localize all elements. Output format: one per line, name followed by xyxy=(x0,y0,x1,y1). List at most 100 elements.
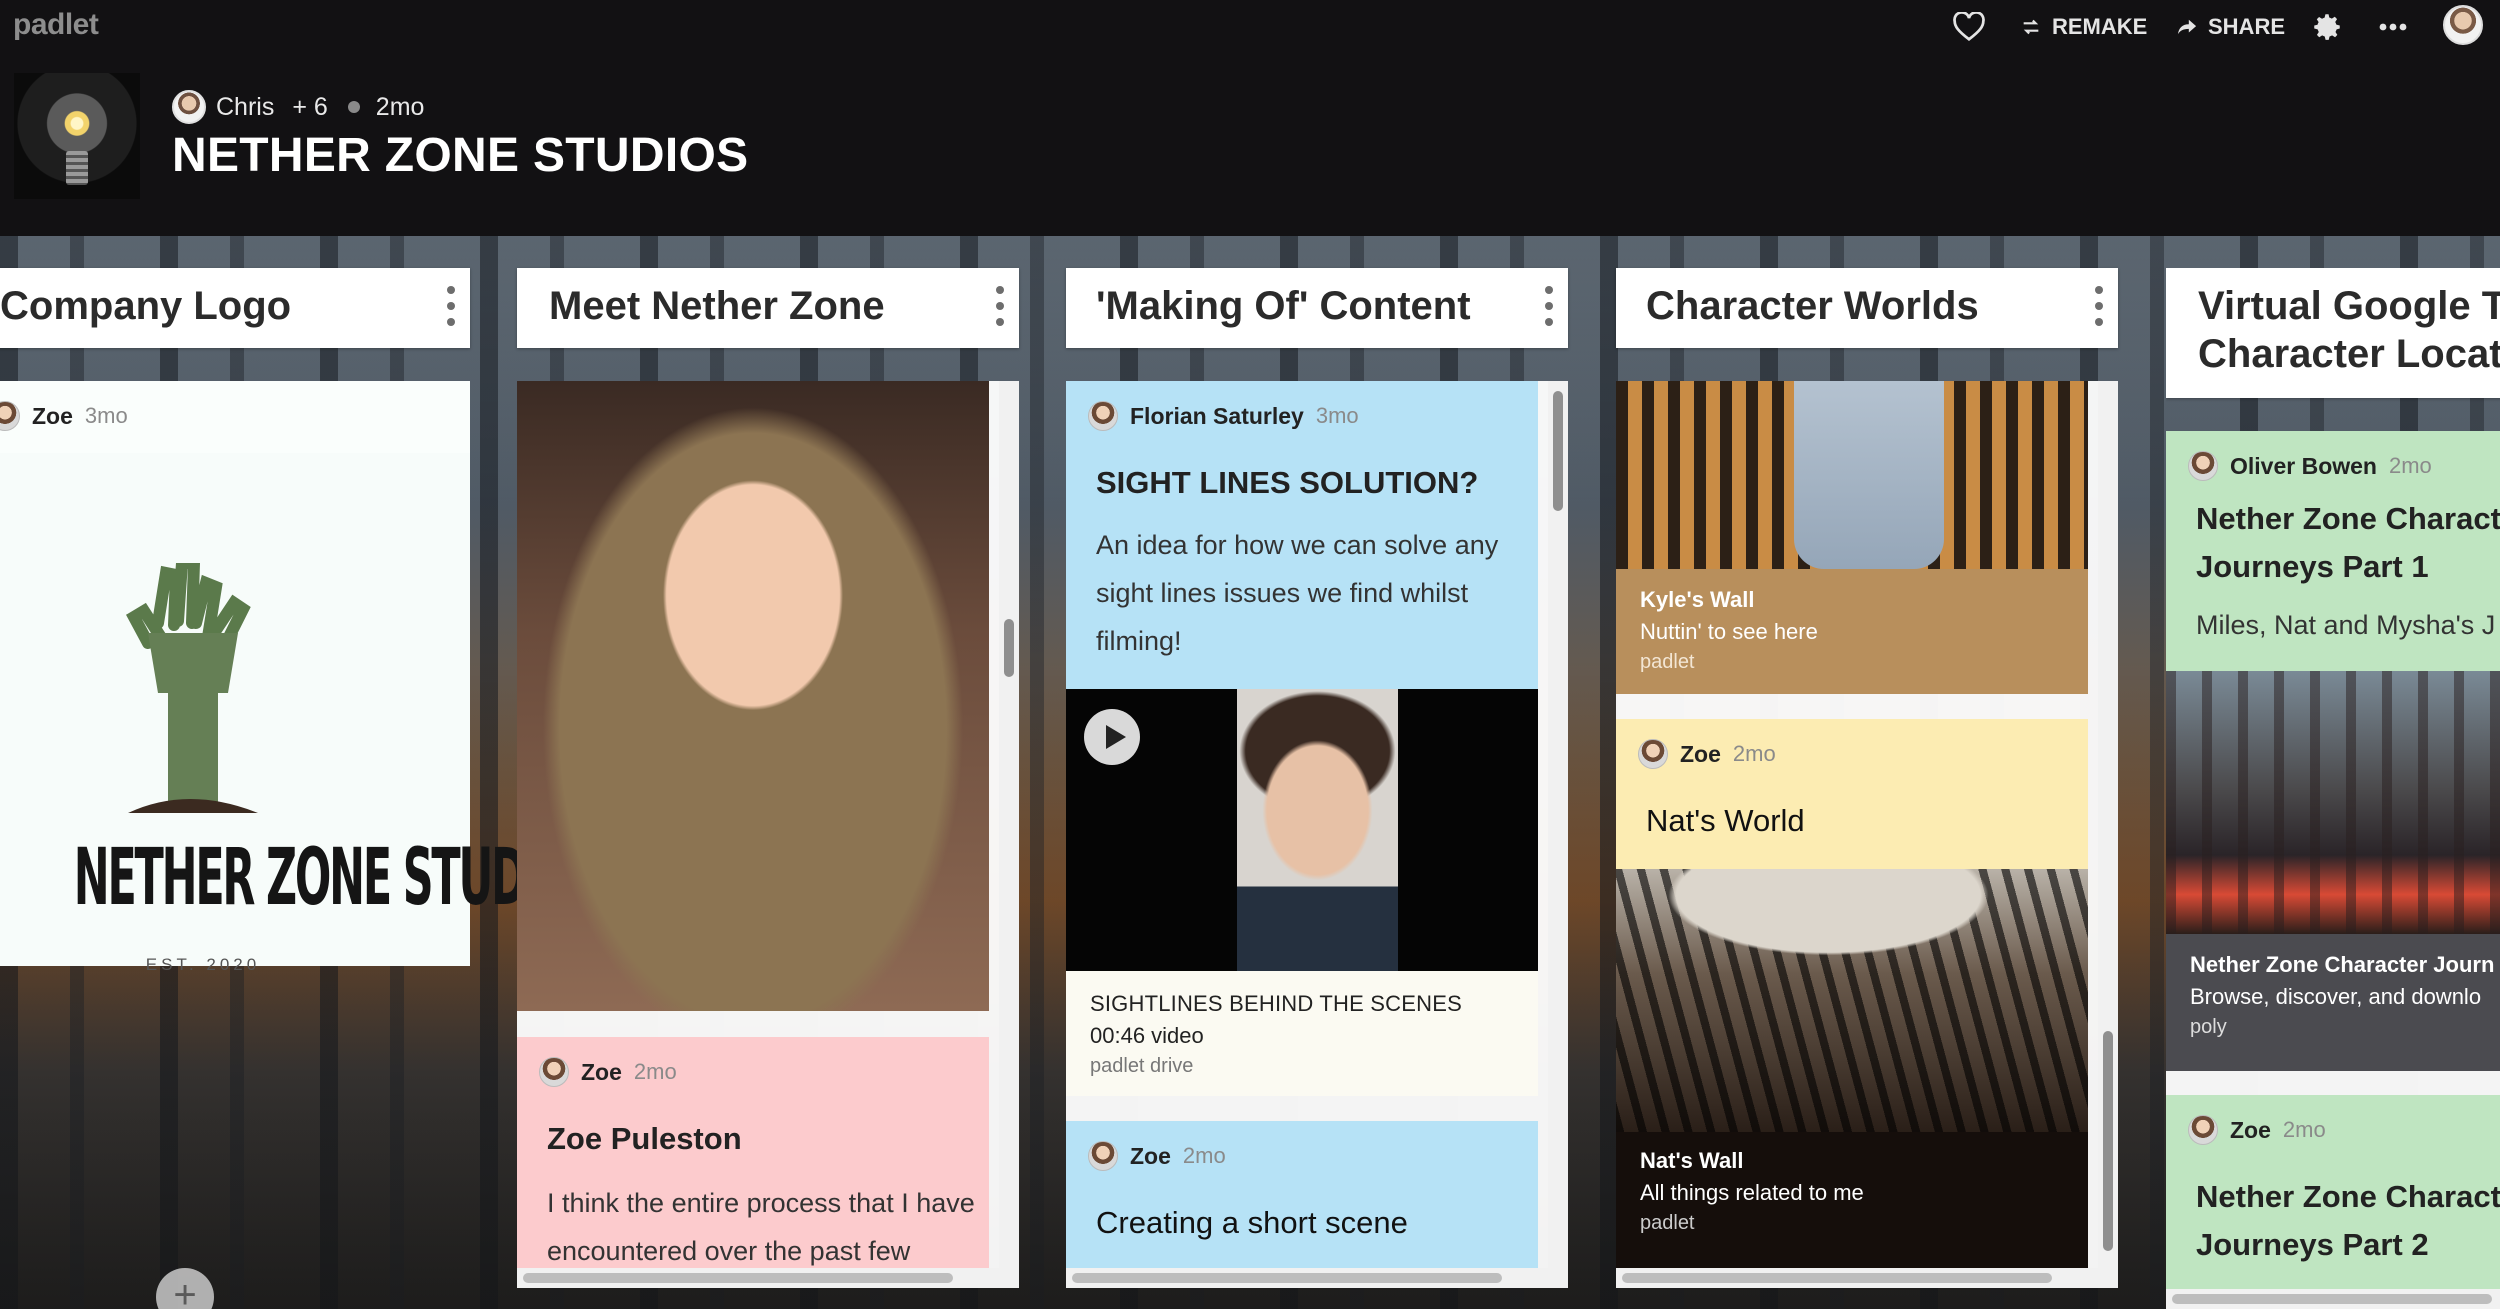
logo-wordmark: NETHER ZONE STUDIOS xyxy=(73,833,604,923)
horizontal-scrollbar[interactable] xyxy=(517,1268,1019,1288)
post-author: Zoe xyxy=(1680,740,1721,767)
tour-preview-image xyxy=(2166,671,2500,934)
post-card[interactable]: Zoe 2mo Nether Zone Characte Journeys Pa… xyxy=(2166,1095,2500,1309)
lightbulb-icon xyxy=(66,151,88,185)
horizontal-scrollbar[interactable] xyxy=(1616,1268,2118,1288)
avatar xyxy=(539,1057,569,1087)
photo-post[interactable] xyxy=(517,381,989,1011)
post-card[interactable]: Zoe 2mo Zoe Puleston I think the entire … xyxy=(517,1037,989,1288)
post-card[interactable]: Zoe 2mo Nat's World Nat's Wall All thing… xyxy=(1616,719,2088,1288)
board-meta: Chris + 6 2mo xyxy=(172,90,424,124)
avatar xyxy=(1088,1141,1118,1171)
share-icon xyxy=(2177,19,2197,35)
post-author: Zoe xyxy=(2230,1116,2271,1143)
section-title-line2: Character Locatic xyxy=(2198,332,2500,376)
post-author: Zoe xyxy=(32,402,73,429)
section-title-line1: Virtual Google To xyxy=(2198,284,2500,328)
vertical-scrollbar[interactable] xyxy=(999,381,1019,1288)
post-card[interactable]: Zoe 3mo NETHER ZONE STUDIOS EST. 2020 xyxy=(0,381,604,974)
attachment-subtitle: Browse, discover, and downlo xyxy=(2190,984,2482,1009)
attachment-details[interactable]: Kyle's Wall Nuttin' to see here padlet xyxy=(1616,569,2088,694)
kebab-icon[interactable] xyxy=(2092,286,2106,326)
separator-dot xyxy=(347,101,360,113)
vertical-scrollbar[interactable] xyxy=(1548,381,1568,1288)
share-label: SHARE xyxy=(2208,14,2286,39)
post-body: Miles, Nat and Mysha's J xyxy=(2196,610,2496,640)
section-header: Virtual Google To Character Locatic xyxy=(2166,268,2500,398)
attachment-title: SIGHTLINES BEHIND THE SCENES xyxy=(1090,991,1462,1016)
post-title-line1: Nether Zone Characte xyxy=(2196,501,2500,536)
section-posts[interactable]: Oliver Bowen 2mo Nether Zone Characte Jo… xyxy=(2166,431,2500,1309)
board-title: NETHER ZONE STUDIOS xyxy=(172,129,749,182)
zombie-hand-icon xyxy=(126,563,258,813)
section-title[interactable]: 'Making Of' Content xyxy=(1096,284,1471,329)
section-posts[interactable]: Florian Saturley 3mo SIGHT LINES SOLUTIO… xyxy=(1066,381,1568,1288)
attachment-domain: padlet xyxy=(1640,1212,1695,1234)
post-title: SIGHT LINES SOLUTION? xyxy=(1096,465,1479,500)
post-header: Florian Saturley 3mo xyxy=(1088,401,1359,431)
attachment-details[interactable]: Nether Zone Character Journ Browse, disc… xyxy=(2166,934,2500,1071)
vertical-scrollbar[interactable] xyxy=(2098,381,2118,1288)
attachment-title: Kyle's Wall xyxy=(1640,587,1755,612)
post-author: Zoe xyxy=(581,1058,622,1085)
kebab-icon[interactable] xyxy=(1542,286,1556,326)
attachment-subtitle: 00:46 video xyxy=(1090,1023,1204,1048)
author-avatar[interactable] xyxy=(172,90,206,124)
like-button[interactable] xyxy=(1952,0,1986,54)
kebab-icon[interactable] xyxy=(993,286,1007,326)
attachment-details[interactable]: Nat's Wall All things related to me padl… xyxy=(1616,1132,2088,1288)
share-button[interactable]: SHARE xyxy=(2176,0,2285,54)
post-author: Florian Saturley xyxy=(1130,402,1304,429)
post-title: Nat's World xyxy=(1646,803,1805,838)
attachment-details[interactable]: SIGHTLINES BEHIND THE SCENES 00:46 video… xyxy=(1066,971,1538,1096)
remake-label: REMAKE xyxy=(2052,14,2148,39)
post-time: 2mo xyxy=(2388,453,2432,478)
post-header: Zoe 2mo xyxy=(2188,1115,2326,1145)
board-thumbnail[interactable] xyxy=(14,73,140,199)
post-time: 2mo xyxy=(1182,1143,1226,1168)
play-icon[interactable] xyxy=(1084,709,1140,765)
post-title: Nether Zone Characte Journeys Part 2 xyxy=(2196,1173,2500,1269)
gear-icon xyxy=(2314,14,2340,40)
post-card[interactable]: Florian Saturley 3mo SIGHT LINES SOLUTIO… xyxy=(1066,381,1538,1096)
post-time: 2mo xyxy=(2282,1117,2326,1142)
board-author[interactable]: Chris xyxy=(216,93,274,122)
remake-button[interactable]: REMAKE xyxy=(2020,0,2147,54)
attachment-subtitle: All things related to me xyxy=(1640,1180,1864,1205)
settings-button[interactable] xyxy=(2310,0,2344,54)
board-age: 2mo xyxy=(375,92,425,121)
toolbar: REMAKE SHARE xyxy=(0,0,2500,54)
post-card[interactable]: Oliver Bowen 2mo Nether Zone Characte Jo… xyxy=(2166,431,2500,1071)
section-title[interactable]: Character Worlds xyxy=(1646,284,1979,329)
avatar xyxy=(2188,1115,2218,1145)
post-card[interactable]: Zoe 2mo Creating a short scene xyxy=(1066,1121,1538,1288)
avatar xyxy=(1088,401,1118,431)
section-header: 'Making Of' Content xyxy=(1066,268,1568,348)
horizontal-scrollbar[interactable] xyxy=(2166,1289,2500,1309)
post-time: 3mo xyxy=(1315,403,1359,428)
section-posts[interactable]: Zoe 2mo Zoe Puleston I think the entire … xyxy=(517,381,1019,1288)
section-header: Company Logo xyxy=(0,268,470,348)
user-avatar[interactable] xyxy=(2443,5,2483,45)
attachment-domain: padlet drive xyxy=(1090,1055,1194,1077)
attachment-title: Nether Zone Character Journ xyxy=(2190,952,2495,977)
section-posts[interactable]: Kyle's Wall Nuttin' to see here padlet Z… xyxy=(1616,381,2118,1288)
section-title[interactable]: Meet Nether Zone xyxy=(549,284,885,329)
post-title: Zoe Puleston xyxy=(547,1121,742,1156)
section-header: Meet Nether Zone xyxy=(517,268,1019,348)
wall-preview-image xyxy=(1616,381,2088,569)
horizontal-scrollbar[interactable] xyxy=(1066,1268,1568,1288)
logo-image[interactable]: NETHER ZONE STUDIOS EST. 2020 xyxy=(0,453,604,974)
kebab-icon[interactable] xyxy=(444,286,458,326)
attachment-subtitle: Nuttin' to see here xyxy=(1640,619,1818,644)
collaborator-count[interactable]: + 6 xyxy=(292,93,327,122)
post-title-line2: Journeys Part 1 xyxy=(2196,549,2429,584)
remake-icon xyxy=(2023,19,2039,35)
video-attachment[interactable] xyxy=(1066,689,1538,971)
person-photo xyxy=(1794,381,1944,569)
post-header: Zoe 2mo xyxy=(1088,1141,1226,1171)
section-title[interactable]: Company Logo xyxy=(0,284,291,329)
more-button[interactable] xyxy=(2378,0,2408,54)
padlet-link-post[interactable]: Kyle's Wall Nuttin' to see here padlet xyxy=(1616,381,2088,694)
section-title[interactable]: Virtual Google To Character Locatic xyxy=(2198,282,2500,378)
